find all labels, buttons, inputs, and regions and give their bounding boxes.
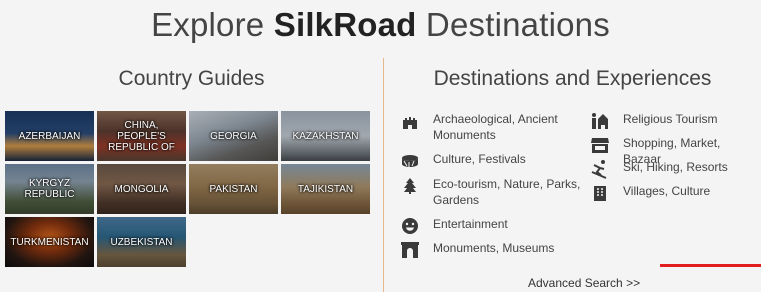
column-divider [383,58,384,292]
accent-line [660,264,761,267]
title-brand: SilkRoad [273,6,417,43]
country-tile-georgia[interactable]: GEORGIA [189,111,278,161]
country-label: TAJIKISTAN [297,183,354,195]
dest-eco-tourism[interactable]: Eco-tourism, Nature, Parks, Gardens [400,176,583,208]
country-tile-china[interactable]: CHINA, PEOPLE'S REPUBLIC OF [97,111,186,161]
smile-icon [400,216,420,236]
dest-entertainment[interactable]: Entertainment [400,216,508,236]
country-label: AZERBAIJAN [18,130,81,142]
country-label: TURKMENISTAN [10,236,89,248]
country-guides-heading: Country Guides [118,67,265,90]
country-tile-uzbekistan[interactable]: UZBEKISTAN [97,217,186,267]
temple-icon [590,111,610,131]
dest-label: Culture, Festivals [433,152,526,166]
destinations-heading: Destinations and Experiences [433,67,712,90]
country-tile-kyrgyz-republic[interactable]: KYRGYZ REPUBLIC [5,164,94,214]
country-tile-azerbaijan[interactable]: AZERBAIJAN [5,111,94,161]
arch-icon [400,240,420,260]
country-tile-mongolia[interactable]: MONGOLIA [97,164,186,214]
page-title: Explore SilkRoad Destinations [0,6,761,44]
title-prefix: Explore [151,6,274,43]
tree-icon [400,176,420,196]
store-icon [590,135,610,155]
dest-label: Monuments, Museums [433,241,555,255]
country-tile-tajikistan[interactable]: TAJIKISTAN [281,164,370,214]
dest-monuments-museums[interactable]: Monuments, Museums [400,240,554,260]
country-label: PAKISTAN [209,183,258,195]
country-tile-pakistan[interactable]: PAKISTAN [189,164,278,214]
dest-archaeological[interactable]: Archaeological, Ancient Monuments [400,111,583,143]
advanced-search-link[interactable]: Advanced Search >> [528,276,640,290]
dest-ski-hiking[interactable]: Ski, Hiking, Resorts [590,159,728,179]
dest-label: Entertainment [433,217,508,231]
country-label: KAZAKHSTAN [292,130,359,142]
dest-label: Eco-tourism, Nature, Parks, Gardens [433,177,581,207]
country-tile-turkmenistan[interactable]: TURKMENISTAN [5,217,94,267]
village-icon [590,183,610,203]
drum-icon [400,151,420,171]
country-label: GEORGIA [210,130,257,142]
country-tile-kazakhstan[interactable]: KAZAKHSTAN [281,111,370,161]
title-suffix: Destinations [416,6,610,43]
skier-icon [590,159,610,179]
dest-villages-culture[interactable]: Villages, Culture [590,183,710,203]
dest-label: Religious Tourism [623,112,718,126]
dest-label: Villages, Culture [623,184,711,198]
country-label: KYRGYZ REPUBLIC [24,178,75,200]
country-label: MONGOLIA [114,183,169,195]
dest-religious-tourism[interactable]: Religious Tourism [590,111,717,131]
castle-icon [400,111,420,131]
dest-label: Ski, Hiking, Resorts [623,160,728,174]
dest-culture-festivals[interactable]: Culture, Festivals [400,151,526,171]
country-label: CHINA, PEOPLE'S REPUBLIC OF [108,119,175,153]
country-label: UZBEKISTAN [110,236,173,248]
dest-label: Archaeological, Ancient Monuments [433,112,558,142]
